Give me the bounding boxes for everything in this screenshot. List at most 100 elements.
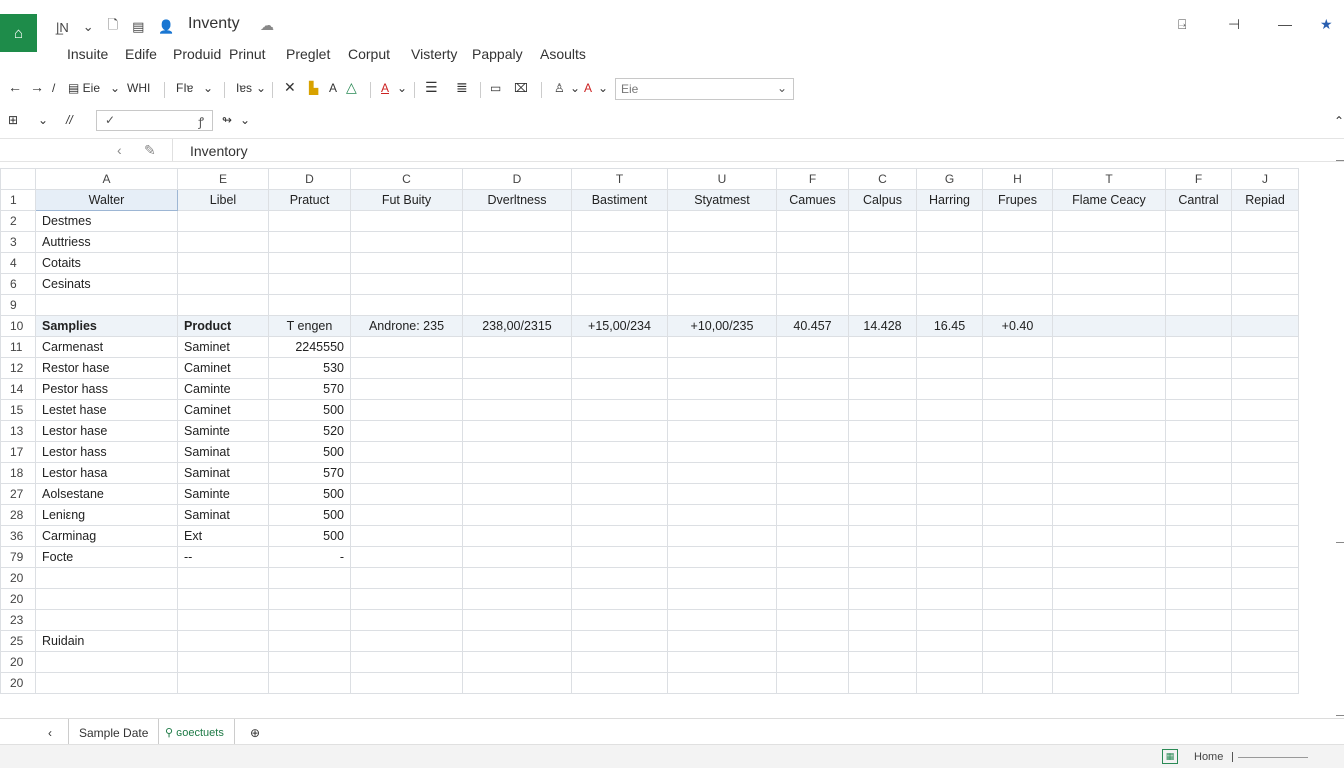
cell[interactable] xyxy=(982,462,1053,484)
user-icon[interactable]: 👤 xyxy=(158,19,174,35)
cell[interactable]: Harring xyxy=(916,189,983,211)
cell[interactable]: Flame Ceacy xyxy=(1052,189,1166,211)
cell[interactable] xyxy=(848,378,917,400)
cell[interactable] xyxy=(462,420,572,442)
save-icon[interactable]: ▤ xyxy=(132,19,144,35)
clear-format-icon[interactable]: ⌧ xyxy=(514,81,528,95)
cell[interactable] xyxy=(982,420,1053,442)
restore-icon[interactable]: ⊣ xyxy=(1228,16,1240,33)
column-header[interactable]: D xyxy=(462,168,572,190)
font-color-a-icon[interactable]: A xyxy=(329,81,337,95)
cell[interactable] xyxy=(776,546,849,568)
cell[interactable] xyxy=(462,441,572,463)
cell[interactable] xyxy=(1052,315,1166,337)
cell[interactable] xyxy=(462,651,572,673)
cell[interactable] xyxy=(982,504,1053,526)
cell[interactable] xyxy=(1231,378,1299,400)
menu-item-edife[interactable]: Edife xyxy=(125,46,157,62)
cell[interactable] xyxy=(1231,315,1299,337)
dropdown-caret-icon[interactable]: ⌄ xyxy=(83,19,94,35)
cell[interactable] xyxy=(776,357,849,379)
cell[interactable] xyxy=(667,567,777,589)
cell[interactable] xyxy=(982,651,1053,673)
cell[interactable] xyxy=(1165,546,1232,568)
cell[interactable]: 570 xyxy=(268,378,351,400)
cell[interactable]: Saminat xyxy=(177,504,269,526)
zoom-thumb[interactable] xyxy=(1232,752,1233,762)
cell[interactable] xyxy=(350,546,463,568)
cell[interactable] xyxy=(571,357,668,379)
check-icon[interactable]: ✓ xyxy=(105,113,115,127)
cell[interactable] xyxy=(350,399,463,421)
cell[interactable] xyxy=(667,231,777,253)
cell[interactable] xyxy=(350,210,463,232)
ias-button[interactable]: Iɐs xyxy=(236,81,252,95)
cell[interactable] xyxy=(916,273,983,295)
cell[interactable] xyxy=(776,651,849,673)
cell[interactable] xyxy=(1231,357,1299,379)
slash-icon[interactable]: / xyxy=(52,81,55,95)
cell[interactable] xyxy=(350,483,463,505)
cell[interactable] xyxy=(350,651,463,673)
cell[interactable] xyxy=(1052,546,1166,568)
cell[interactable]: T engen xyxy=(268,315,351,337)
row-header[interactable]: 12 xyxy=(0,357,36,379)
cell[interactable]: Samplies xyxy=(35,315,178,337)
cell[interactable] xyxy=(916,672,983,694)
cell[interactable] xyxy=(462,399,572,421)
cell[interactable] xyxy=(667,525,777,547)
cell[interactable]: Auttriess xyxy=(35,231,178,253)
cell[interactable] xyxy=(776,252,849,274)
cell[interactable] xyxy=(177,294,269,316)
cell[interactable] xyxy=(571,399,668,421)
column-header[interactable]: C xyxy=(350,168,463,190)
chevron-down-icon[interactable]: ⌄ xyxy=(240,113,250,127)
cell[interactable] xyxy=(35,588,178,610)
share-icon[interactable]: ⍈ xyxy=(1178,16,1186,33)
cell[interactable]: 40.457 xyxy=(776,315,849,337)
pen-icon[interactable]: ✎ xyxy=(144,142,156,159)
cell[interactable] xyxy=(268,231,351,253)
cell[interactable] xyxy=(571,588,668,610)
cell[interactable] xyxy=(916,336,983,358)
cell[interactable]: Ruidain xyxy=(35,630,178,652)
cell[interactable] xyxy=(667,483,777,505)
cell[interactable]: 500 xyxy=(268,483,351,505)
cell[interactable] xyxy=(667,630,777,652)
cell[interactable] xyxy=(982,231,1053,253)
cell[interactable] xyxy=(667,651,777,673)
cell[interactable] xyxy=(1165,609,1232,631)
column-header[interactable]: U xyxy=(667,168,777,190)
cell[interactable] xyxy=(848,672,917,694)
cell[interactable] xyxy=(1052,504,1166,526)
add-sheet-icon[interactable]: ⊕ xyxy=(240,719,270,745)
cell[interactable] xyxy=(1052,462,1166,484)
cell[interactable] xyxy=(1231,231,1299,253)
cell[interactable] xyxy=(1052,231,1166,253)
cell[interactable] xyxy=(667,336,777,358)
cell[interactable] xyxy=(462,462,572,484)
chevron-down-icon[interactable]: ⌄ xyxy=(570,81,580,95)
cell[interactable]: Frupes xyxy=(982,189,1053,211)
cell[interactable] xyxy=(571,294,668,316)
cell[interactable]: Fut Buity xyxy=(350,189,463,211)
cell[interactable] xyxy=(1052,420,1166,442)
cell[interactable] xyxy=(848,609,917,631)
font-name-select[interactable]: Eie ⌄ xyxy=(615,78,794,100)
cell[interactable] xyxy=(1052,273,1166,295)
cell[interactable] xyxy=(350,357,463,379)
cell[interactable] xyxy=(848,651,917,673)
row-header[interactable]: 28 xyxy=(0,504,36,526)
row-header[interactable]: 20 xyxy=(0,588,36,610)
menu-item-corput[interactable]: Corput xyxy=(348,46,390,62)
cell[interactable] xyxy=(462,525,572,547)
row-header[interactable]: 36 xyxy=(0,525,36,547)
cell[interactable] xyxy=(848,294,917,316)
cell[interactable] xyxy=(776,336,849,358)
cell[interactable]: Carmenast xyxy=(35,336,178,358)
comment-icon[interactable]: ▭ xyxy=(490,81,501,95)
cell[interactable] xyxy=(462,252,572,274)
cell[interactable] xyxy=(350,525,463,547)
cell[interactable] xyxy=(916,378,983,400)
cell[interactable] xyxy=(350,273,463,295)
